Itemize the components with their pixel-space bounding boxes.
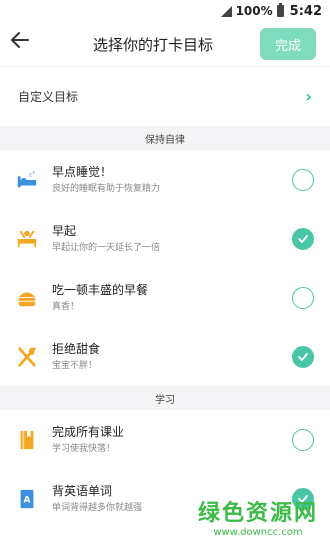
goal-item-breakfast[interactable]: 吃一顿丰盛的早餐 真香！ — [0, 268, 330, 327]
check-circle[interactable] — [292, 227, 314, 250]
signal-icon — [220, 5, 232, 17]
goal-item-sleep-early[interactable]: z z 早点睡觉！ 良好的睡眠有助于恢复精力 — [0, 150, 330, 209]
section-header-study: 学习 — [0, 386, 330, 410]
battery-percent: 100% — [235, 4, 273, 18]
goal-item-homework[interactable]: 完成所有课业 学习使我快落！ — [0, 410, 330, 469]
goal-title: 早点睡觉！ — [52, 164, 113, 179]
wake-up-icon — [17, 230, 37, 247]
burger-icon — [18, 292, 36, 306]
goal-subtitle: 早起让你的一天延长了一倍 — [52, 242, 161, 253]
status-bar: 100% 5:42 — [0, 0, 330, 22]
battery-icon — [276, 3, 284, 17]
done-button[interactable]: 完成 — [260, 28, 316, 60]
custom-goal-label: 自定义目标 — [18, 90, 79, 104]
watermark-logo: 绿色资源网 www.downcc.com — [198, 495, 318, 538]
checkmark-icon — [298, 234, 308, 243]
check-circle[interactable] — [292, 345, 314, 368]
custom-goal-row[interactable]: 自定义目标 › — [0, 66, 330, 126]
check-circle[interactable] — [292, 168, 314, 191]
book-icon — [20, 430, 34, 449]
check-circle[interactable] — [292, 286, 314, 309]
section-header-self-discipline: 保持自律 — [0, 126, 330, 150]
watermark-text: 绿色资源网 — [197, 501, 318, 526]
status-time: 5:42 — [289, 3, 322, 19]
checkmark-icon — [298, 352, 308, 361]
watermark-url: www.downcc.com — [213, 527, 303, 538]
check-circle[interactable] — [292, 428, 314, 451]
utensils-icon — [18, 346, 36, 367]
goal-item-no-sweets[interactable]: 拒绝甜食 宝宝不胖！ — [0, 327, 330, 386]
svg-text:z: z — [29, 172, 32, 178]
svg-text:z: z — [33, 170, 36, 175]
goal-item-wake-early[interactable]: 早起 早起让你的一天延长了一倍 — [0, 209, 330, 268]
chevron-right-icon: › — [305, 87, 312, 106]
goal-title: 吃一顿丰盛的早餐 — [52, 282, 149, 297]
svg-text:A: A — [23, 494, 31, 505]
goal-title: 早起 — [52, 223, 77, 238]
bed-icon: z z — [17, 170, 37, 187]
goal-subtitle: 良好的睡眠有助于恢复精力 — [52, 183, 161, 194]
nav-bar: 选择你的打卡目标 完成 — [0, 22, 330, 66]
goal-subtitle: 真香！ — [52, 301, 80, 312]
goal-subtitle: 宝宝不胖！ — [52, 360, 98, 371]
vocabulary-icon: A — [20, 489, 34, 508]
back-arrow-icon[interactable] — [8, 28, 32, 52]
goal-title: 完成所有课业 — [52, 424, 125, 439]
goal-subtitle: 学习使我快落！ — [52, 443, 116, 454]
goal-title: 拒绝甜食 — [52, 341, 101, 356]
